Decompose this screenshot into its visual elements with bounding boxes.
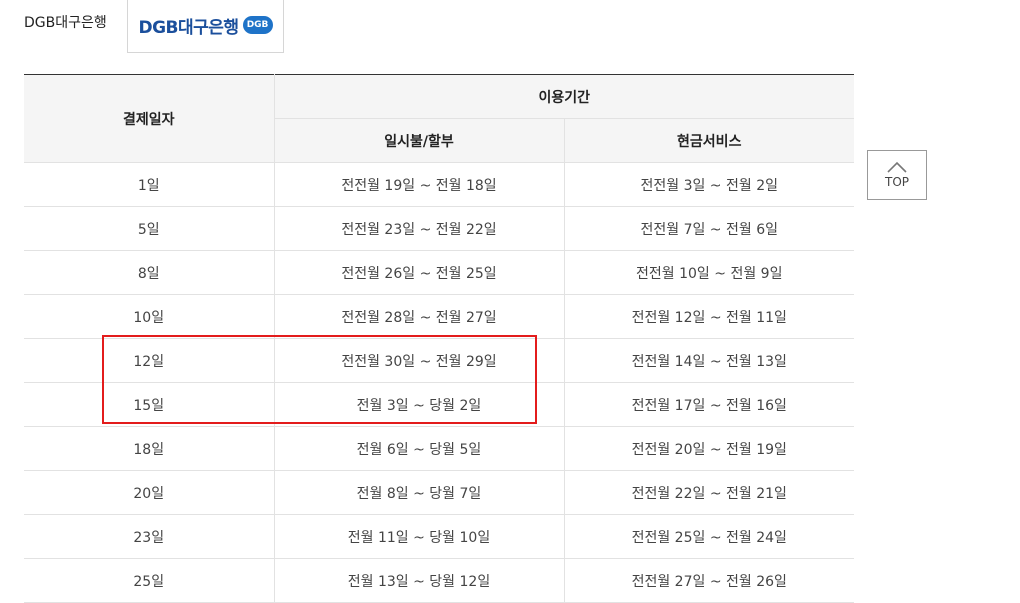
cell-lump-installment-period: 전전월 28일 ~ 전월 27일 <box>273 294 564 339</box>
cell-lump-installment-period: 전전월 23일 ~ 전월 22일 <box>273 206 564 251</box>
table-row: 10일 전전월 28일 ~ 전월 27일 전전월 12일 ~ 전월 11일 <box>24 294 854 339</box>
cell-cash-service-period: 전전월 12일 ~ 전월 11일 <box>563 294 854 339</box>
bank-logo-tab[interactable]: DGB대구은행 DGB <box>127 0 284 53</box>
bank-logo-text: DGB대구은행 <box>138 17 239 38</box>
table-row: 12일 전전월 30일 ~ 전월 29일 전전월 14일 ~ 전월 13일 <box>24 338 854 383</box>
cell-lump-installment-period: 전월 11일 ~ 당월 10일 <box>273 514 564 559</box>
table-row: 18일 전월 6일 ~ 당월 5일 전전월 20일 ~ 전월 19일 <box>24 426 854 471</box>
header-cash-service: 현금서비스 <box>563 118 854 163</box>
table-row: 1일 전전월 19일 ~ 전월 18일 전전월 3일 ~ 전월 2일 <box>24 162 854 207</box>
cell-payment-day: 8일 <box>24 250 274 295</box>
cell-lump-installment-period: 전전월 30일 ~ 전월 29일 <box>273 338 564 383</box>
cell-cash-service-period: 전전월 27일 ~ 전월 26일 <box>563 558 854 603</box>
table-row: 25일 전월 13일 ~ 당월 12일 전전월 27일 ~ 전월 26일 <box>24 558 854 603</box>
header-lump-installment: 일시불/할부 <box>273 118 564 163</box>
cell-cash-service-period: 전전월 20일 ~ 전월 19일 <box>563 426 854 471</box>
cell-lump-installment-period: 전월 3일 ~ 당월 2일 <box>273 382 564 427</box>
header-usage-period: 이용기간 <box>273 74 854 119</box>
cell-cash-service-period: 전전월 14일 ~ 전월 13일 <box>563 338 854 383</box>
cell-cash-service-period: 전전월 3일 ~ 전월 2일 <box>563 162 854 207</box>
cell-payment-day: 18일 <box>24 426 274 471</box>
cell-payment-day: 15일 <box>24 382 274 427</box>
table-row: 20일 전월 8일 ~ 당월 7일 전전월 22일 ~ 전월 21일 <box>24 470 854 515</box>
table-row: 5일 전전월 23일 ~ 전월 22일 전전월 7일 ~ 전월 6일 <box>24 206 854 251</box>
cell-payment-day: 12일 <box>24 338 274 383</box>
billing-period-table: 결제일자 이용기간 일시불/할부 현금서비스 1일 전전월 19일 ~ 전월 18… <box>24 74 854 603</box>
cell-lump-installment-period: 전전월 26일 ~ 전월 25일 <box>273 250 564 295</box>
cell-cash-service-period: 전전월 17일 ~ 전월 16일 <box>563 382 854 427</box>
table-row: 15일 전월 3일 ~ 당월 2일 전전월 17일 ~ 전월 16일 <box>24 382 854 427</box>
cell-payment-day: 25일 <box>24 558 274 603</box>
scroll-top-button[interactable]: TOP <box>867 150 927 200</box>
cell-payment-day: 23일 <box>24 514 274 559</box>
cell-payment-day: 20일 <box>24 470 274 515</box>
cell-cash-service-period: 전전월 22일 ~ 전월 21일 <box>563 470 854 515</box>
bank-tab-label[interactable]: DGB대구은행 <box>24 12 107 32</box>
cell-lump-installment-period: 전월 8일 ~ 당월 7일 <box>273 470 564 515</box>
header-payment-day: 결제일자 <box>24 74 274 163</box>
cell-cash-service-period: 전전월 7일 ~ 전월 6일 <box>563 206 854 251</box>
cell-payment-day: 1일 <box>24 162 274 207</box>
cell-lump-installment-period: 전월 13일 ~ 당월 12일 <box>273 558 564 603</box>
scroll-top-label: TOP <box>884 175 909 189</box>
cell-lump-installment-period: 전전월 19일 ~ 전월 18일 <box>273 162 564 207</box>
chevron-up-icon <box>887 161 907 173</box>
table-row: 23일 전월 11일 ~ 당월 10일 전전월 25일 ~ 전월 24일 <box>24 514 854 559</box>
cell-payment-day: 5일 <box>24 206 274 251</box>
bank-logo-badge: DGB <box>242 16 273 34</box>
table-body: 1일 전전월 19일 ~ 전월 18일 전전월 3일 ~ 전월 2일 5일 전전월 23… <box>24 162 854 603</box>
cell-cash-service-period: 전전월 10일 ~ 전월 9일 <box>563 250 854 295</box>
cell-cash-service-period: 전전월 25일 ~ 전월 24일 <box>563 514 854 559</box>
table-row: 8일 전전월 26일 ~ 전월 25일 전전월 10일 ~ 전월 9일 <box>24 250 854 295</box>
cell-payment-day: 10일 <box>24 294 274 339</box>
cell-lump-installment-period: 전월 6일 ~ 당월 5일 <box>273 426 564 471</box>
